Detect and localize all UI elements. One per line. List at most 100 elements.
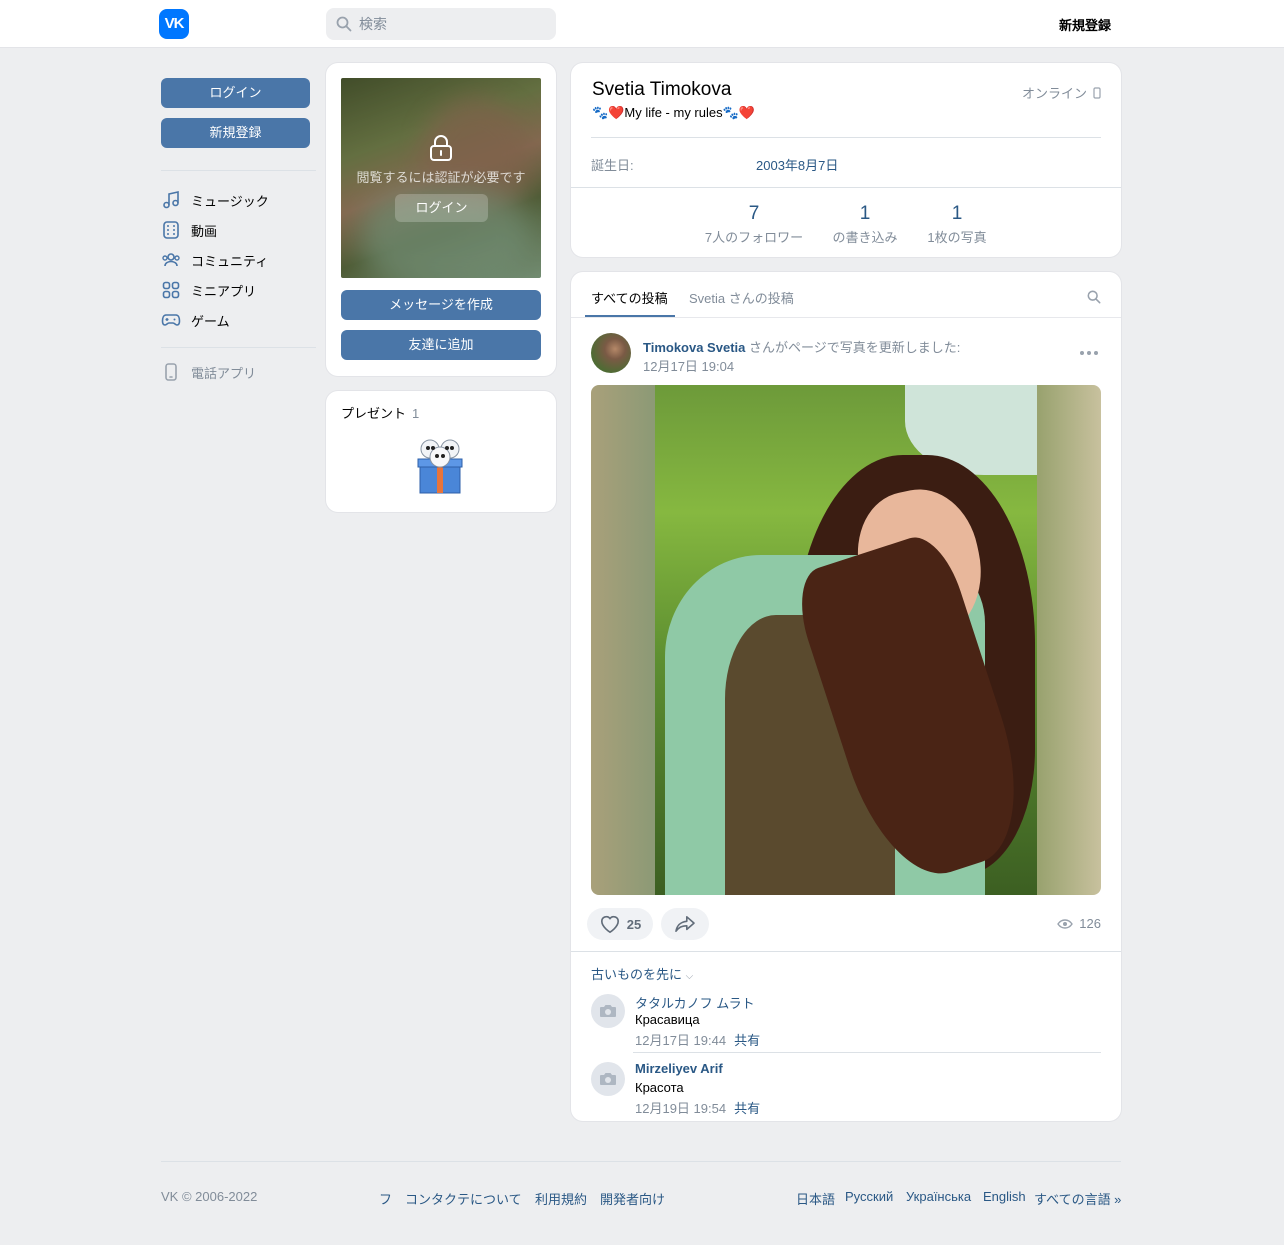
post-author-link[interactable]: Timokova Svetia (643, 340, 745, 355)
sidebar-item-video[interactable]: 動画 (161, 218, 316, 242)
post-author-avatar[interactable] (591, 333, 631, 373)
mobile-icon (1093, 86, 1101, 99)
share-button[interactable] (661, 908, 709, 940)
comment-meta: 12月17日 19:44 共有 (635, 1030, 760, 1049)
footer-lang-ukrainian[interactable]: Українська (906, 1189, 971, 1204)
sidebar-item-community[interactable]: コミュニティ (161, 248, 316, 272)
gift-icon[interactable] (414, 433, 466, 495)
wall-search-icon[interactable] (1087, 290, 1101, 304)
sidebar-item-mini-apps[interactable]: ミニアプリ (161, 278, 316, 302)
search-input[interactable] (359, 8, 549, 40)
music-icon (163, 191, 179, 209)
sidebar-item-phone-app[interactable]: 電話アプリ (161, 360, 316, 384)
gifts-count: 1 (412, 406, 420, 421)
birthday-value[interactable]: 2003年8月7日 (756, 155, 838, 174)
profile-status: 🐾❤️My life - my rules🐾❤️ (592, 105, 755, 120)
photo-image (655, 385, 1037, 895)
footer-link-about[interactable]: コンタクテについて (405, 1189, 522, 1208)
footer-link[interactable]: フ (379, 1189, 392, 1208)
comment-author[interactable]: タタルカノフ ムラト (635, 993, 755, 1012)
footer-lang-all[interactable]: すべての言語 » (1034, 1189, 1121, 1208)
sidebar-login-button[interactable]: ログイン (161, 78, 310, 108)
comment-divider (633, 1052, 1101, 1053)
post-date[interactable]: 12月17日 19:04 (643, 356, 734, 375)
top-bar: VK 新規登録 (0, 0, 1284, 48)
comment-share-link[interactable]: 共有 (734, 1033, 760, 1048)
auth-required-text: 閲覧するには認証が必要です (356, 170, 526, 185)
counter-followers[interactable]: 7 7人のフォロワー (704, 203, 804, 246)
footer-lang-english[interactable]: English (983, 1189, 1026, 1204)
like-count: 25 (626, 916, 642, 932)
more-icon[interactable] (1079, 350, 1099, 356)
profile-name: Svetia Timokova (592, 79, 732, 100)
comments-sort-dropdown[interactable]: 古いものを先に ⌵ (591, 964, 693, 983)
footer-link-developers[interactable]: 開発者向け (600, 1189, 665, 1208)
add-friend-button[interactable]: 友達に追加 (341, 330, 541, 360)
camera-icon (600, 1005, 616, 1017)
comment-avatar[interactable] (591, 1062, 625, 1096)
header-register-link[interactable]: 新規登録 (1059, 15, 1111, 34)
footer-lang-japanese[interactable]: 日本語 (796, 1189, 835, 1208)
eye-icon (1057, 918, 1074, 929)
tab-all-posts[interactable]: すべての投稿 (591, 288, 668, 307)
gifts-title[interactable]: プレゼント 1 (341, 403, 419, 422)
profile-avatar: 閲覧するには認証が必要です ログイン (341, 78, 541, 278)
views-counter: 126 (1057, 916, 1101, 931)
active-tab-indicator (585, 315, 675, 317)
sidebar-divider (161, 347, 316, 348)
sidebar-item-label: 電話アプリ (191, 365, 257, 381)
counter-posts[interactable]: 1 の書き込み (825, 203, 905, 246)
counters-divider (571, 187, 1121, 188)
comment-text: Красота (635, 1080, 684, 1095)
sidebar-item-games[interactable]: ゲーム (161, 308, 316, 332)
avatar-login-button[interactable]: ログイン (395, 194, 488, 222)
comment-date[interactable]: 12月17日 19:44 (635, 1033, 726, 1048)
sidebar-item-music[interactable]: ミュージック (161, 188, 316, 212)
search-icon (336, 16, 352, 32)
sidebar-item-label: 動画 (191, 223, 218, 239)
comment-author[interactable]: Mirzeliyev Arif (635, 1061, 723, 1076)
community-icon (162, 253, 180, 267)
camera-icon (600, 1073, 616, 1085)
birthday-label: 誕生日: (591, 158, 634, 173)
write-message-button[interactable]: メッセージを作成 (341, 290, 541, 320)
sidebar-item-label: ミニアプリ (191, 283, 257, 299)
sidebar-register-button[interactable]: 新規登録 (161, 118, 310, 148)
search-box[interactable] (326, 8, 556, 40)
vk-logo[interactable]: VK (159, 9, 189, 39)
wall-tabs: すべての投稿 Svetia さんの投稿 (571, 272, 1121, 318)
comments-divider (571, 951, 1121, 952)
sidebar-item-label: ゲーム (191, 313, 230, 329)
sidebar-item-label: ミュージック (191, 193, 269, 209)
chevron-down-icon: ⌵ (685, 971, 694, 982)
post-photo[interactable] (591, 385, 1101, 895)
sidebar-divider (161, 170, 316, 171)
comment-meta: 12月19日 19:54 共有 (635, 1098, 760, 1117)
post-header: Timokova Svetia さんがページで写真を更新しました: (643, 340, 961, 355)
games-icon (161, 314, 181, 326)
counter-photos[interactable]: 1 1枚の写真 (922, 203, 992, 246)
lock-icon (430, 135, 452, 161)
comment-text: Красавица (635, 1012, 700, 1027)
online-status: オンライン (1022, 83, 1101, 102)
comment-avatar[interactable] (591, 994, 625, 1028)
footer-copyright: VK © 2006-2022 (161, 1189, 258, 1204)
profile-info-card: Svetia Timokova 🐾❤️My life - my rules🐾❤️… (571, 63, 1121, 257)
sidebar-item-label: コミュニティ (191, 253, 269, 269)
heart-icon (600, 915, 619, 934)
footer-link-terms[interactable]: 利用規約 (535, 1189, 587, 1208)
footer-divider (161, 1161, 1121, 1162)
mini-apps-icon (162, 281, 180, 299)
tab-owner-posts[interactable]: Svetia さんの投稿 (689, 288, 794, 307)
comment-share-link[interactable]: 共有 (734, 1101, 760, 1116)
gifts-card: プレゼント 1 (326, 391, 556, 512)
video-icon (163, 221, 179, 239)
avatar-card: 閲覧するには認証が必要です ログイン メッセージを作成 友達に追加 (326, 63, 556, 376)
share-icon (675, 915, 695, 933)
info-divider (591, 137, 1101, 138)
wall-card: すべての投稿 Svetia さんの投稿 Timokova Svetia さんがペ… (571, 272, 1121, 1121)
comment-date[interactable]: 12月19日 19:54 (635, 1101, 726, 1116)
footer-lang-russian[interactable]: Русский (845, 1189, 893, 1204)
like-button[interactable]: 25 (587, 908, 653, 940)
phone-icon (165, 363, 177, 381)
